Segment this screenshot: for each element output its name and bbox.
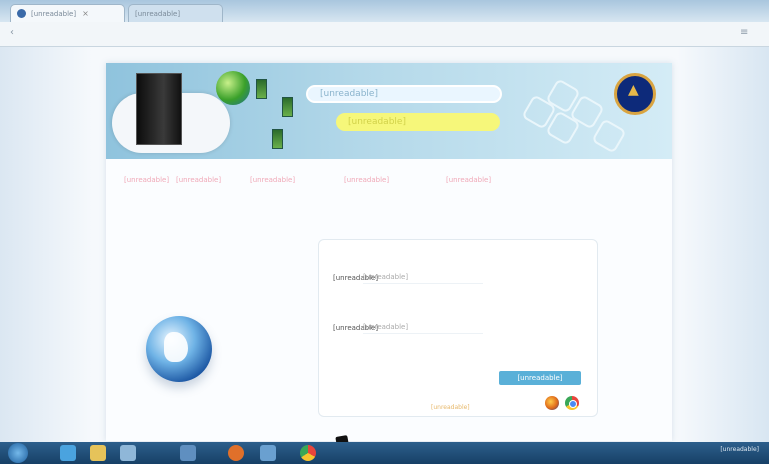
system-clock: [unreadable] — [720, 446, 759, 453]
server-graphic — [136, 73, 182, 145]
page-viewport: [unreadable] [unreadable] [unreadable] [… — [0, 47, 769, 446]
close-icon[interactable]: × — [82, 9, 89, 18]
globe-graphic — [146, 316, 212, 382]
taskbar-app-icon[interactable] — [120, 445, 136, 461]
taskbar-firefox-icon[interactable] — [228, 445, 244, 461]
institution-emblem-icon — [614, 73, 656, 115]
hexagon-decoration — [591, 118, 627, 154]
taskbar-folder-icon[interactable] — [90, 445, 106, 461]
taskbar-chrome-icon[interactable] — [300, 445, 316, 461]
back-arrow-icon[interactable]: ‹ — [10, 27, 14, 38]
browser-tab-bar: [unreadable] × [unreadable] — [0, 0, 769, 22]
small-globe-graphic — [216, 71, 250, 105]
server-cube-icon — [256, 79, 267, 99]
browser-tab-active[interactable]: [unreadable] × — [10, 4, 125, 22]
taskbar: [unreadable] — [0, 442, 769, 464]
menu-icon[interactable]: ≡ — [740, 27, 748, 38]
nav-item[interactable]: [unreadable] — [124, 176, 169, 184]
banner-subtitle: [unreadable] — [336, 113, 500, 131]
login-button[interactable]: [unreadable] — [499, 371, 581, 385]
header-banner: [unreadable] [unreadable] — [106, 63, 672, 159]
chrome-icon[interactable] — [565, 396, 579, 410]
tab-title: [unreadable] — [135, 9, 181, 18]
taskbar-browser-icon[interactable] — [60, 445, 76, 461]
login-panel: [unreadable] [unreadable] [unreadable] [… — [318, 239, 598, 417]
nav-item[interactable]: [unreadable] — [344, 176, 389, 184]
site-favicon-icon — [17, 9, 26, 18]
start-button[interactable] — [8, 443, 28, 463]
browser-tab[interactable]: [unreadable] — [128, 4, 223, 22]
firefox-icon[interactable] — [545, 396, 559, 410]
browser-recommendation-text: [unreadable] — [431, 404, 470, 411]
nav-item[interactable]: [unreadable] — [250, 176, 295, 184]
tab-title: [unreadable] — [31, 9, 77, 18]
server-cube-icon — [272, 129, 283, 149]
taskbar-app-icon[interactable] — [180, 445, 196, 461]
nav-item[interactable]: [unreadable] — [446, 176, 491, 184]
server-cube-icon — [282, 97, 293, 117]
site-container: [unreadable] [unreadable] [unreadable] [… — [106, 63, 672, 446]
nav-item[interactable]: [unreadable] — [176, 176, 221, 184]
username-input[interactable] — [363, 271, 483, 284]
taskbar-app-icon[interactable] — [260, 445, 276, 461]
banner-title: [unreadable] — [306, 85, 502, 103]
address-bar[interactable]: ‹ ≡ — [0, 22, 769, 47]
password-input[interactable] — [363, 321, 483, 334]
